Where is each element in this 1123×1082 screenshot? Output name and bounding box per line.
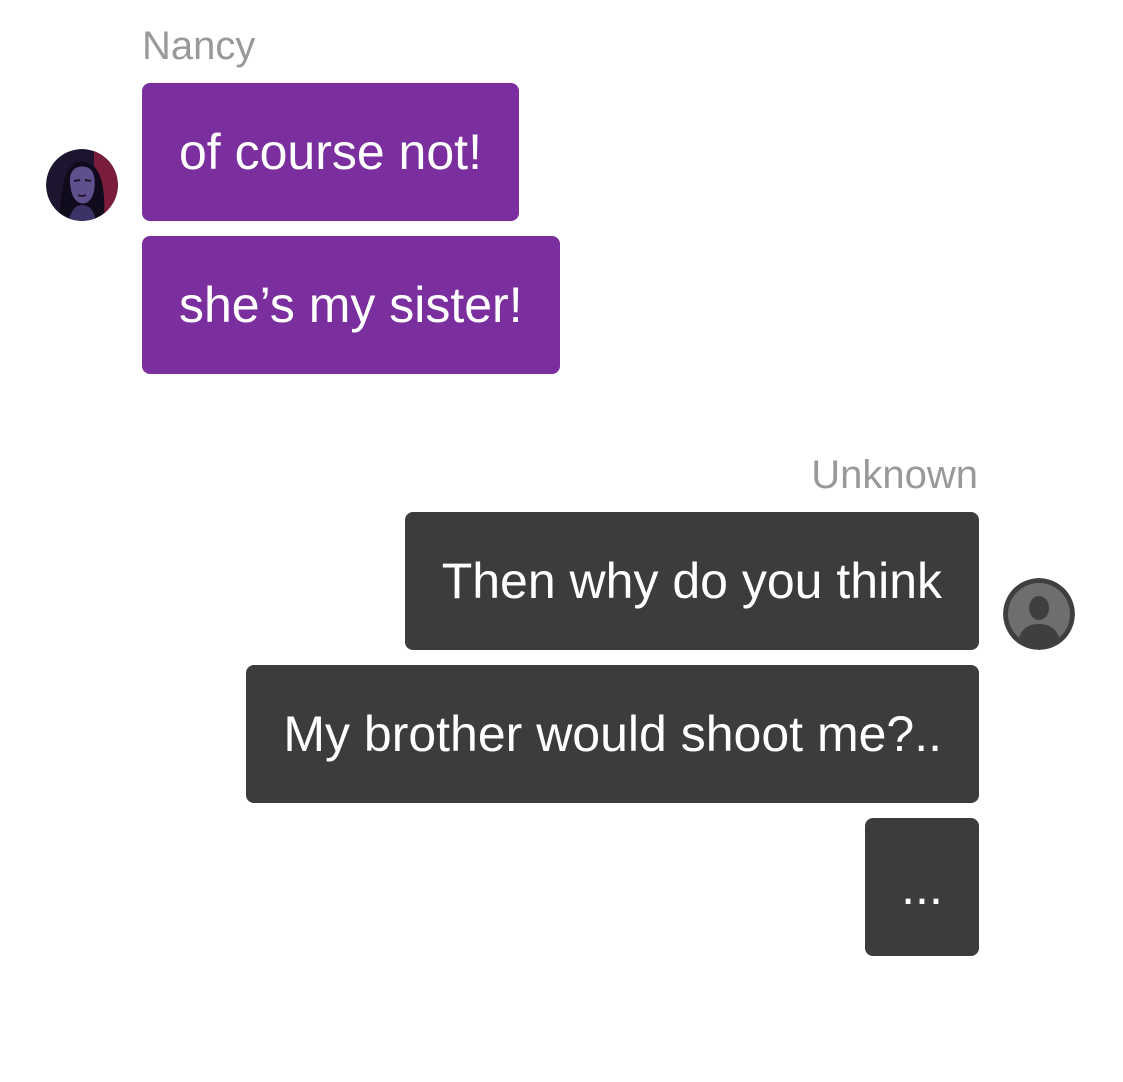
sender-name-nancy: Nancy bbox=[142, 24, 256, 68]
sender-name-unknown: Unknown bbox=[811, 453, 978, 497]
message-bubble[interactable]: she’s my sister! bbox=[142, 236, 560, 374]
default-person-icon bbox=[1003, 578, 1075, 650]
message-bubble[interactable]: of course not! bbox=[142, 83, 519, 221]
nancy-avatar[interactable] bbox=[46, 149, 118, 221]
unknown-avatar[interactable] bbox=[1003, 578, 1075, 650]
message-bubble[interactable]: Then why do you think bbox=[404, 512, 979, 650]
message-bubble[interactable]: My brother would shoot me?.. bbox=[246, 665, 979, 803]
nancy-portrait-icon bbox=[46, 149, 118, 221]
message-bubble[interactable]: ... bbox=[865, 818, 979, 956]
